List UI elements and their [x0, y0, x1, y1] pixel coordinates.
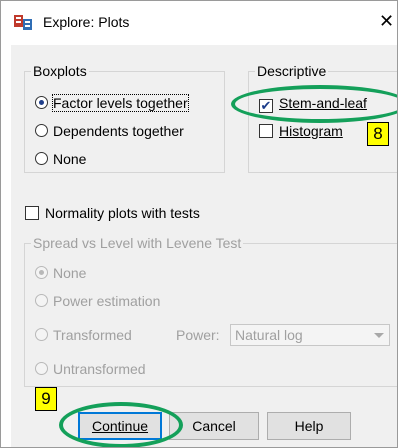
- callout-8: 8: [367, 122, 389, 146]
- help-label: Help: [294, 418, 324, 434]
- radio-selected-icon: [35, 266, 48, 279]
- radio-label: Power estimation: [53, 293, 161, 309]
- cancel-button[interactable]: Cancel: [169, 412, 259, 440]
- close-button[interactable]: ✕: [379, 7, 397, 35]
- chevron-down-icon: [374, 333, 384, 338]
- radio-icon: [35, 152, 48, 165]
- window-title: Explore: Plots: [43, 14, 130, 30]
- boxplots-legend: Boxplots: [33, 63, 87, 79]
- spss-explore-icon: [13, 13, 33, 31]
- callout-9: 9: [35, 387, 57, 411]
- checkbox-icon: [259, 124, 273, 138]
- continue-button[interactable]: Continue: [78, 412, 162, 440]
- cancel-label: Cancel: [192, 418, 236, 434]
- radio-spread-none[interactable]: None: [35, 263, 86, 283]
- descriptive-legend: Descriptive: [257, 63, 327, 79]
- spread-legend: Spread vs Level with Levene Test: [33, 235, 242, 251]
- radio-dependents-together[interactable]: Dependents together: [35, 121, 184, 141]
- checkbox-label: Stem-and-leaf: [279, 95, 367, 111]
- radio-power-estimation[interactable]: Power estimation: [35, 291, 160, 311]
- radio-label: Transformed: [53, 327, 132, 343]
- radio-icon: [35, 362, 48, 375]
- radio-label: Dependents together: [53, 123, 184, 139]
- power-select-value: Natural log: [235, 327, 303, 343]
- radio-boxplots-none[interactable]: None: [35, 149, 86, 169]
- checkbox-icon: [25, 206, 39, 220]
- checkbox-histogram[interactable]: Histogram: [259, 121, 343, 141]
- checkbox-label: Histogram: [279, 123, 343, 139]
- power-select[interactable]: Natural log: [230, 324, 390, 346]
- checkbox-label: Normality plots with tests: [45, 205, 200, 221]
- radio-icon: [35, 328, 48, 341]
- radio-selected-icon: [35, 96, 48, 109]
- radio-label: Factor levels together: [52, 94, 189, 112]
- explore-plots-dialog: Explore: Plots ✕ Boxplots Factor levels …: [0, 0, 398, 448]
- checkbox-normality-plots[interactable]: Normality plots with tests: [25, 203, 200, 223]
- radio-label: None: [53, 151, 87, 167]
- radio-icon: [35, 294, 48, 307]
- checkbox-stem-and-leaf[interactable]: ✔ Stem-and-leaf: [259, 93, 367, 113]
- checkbox-checked-icon: ✔: [259, 98, 273, 113]
- dialog-body: Boxplots Factor levels together Dependen…: [11, 45, 397, 447]
- radio-transformed[interactable]: Transformed: [35, 325, 132, 345]
- continue-label: Continue: [91, 418, 149, 434]
- radio-label: None: [53, 265, 87, 281]
- title-bar: Explore: Plots ✕: [1, 1, 397, 45]
- radio-label: Untransformed: [53, 361, 146, 377]
- descriptive-group: Descriptive: [248, 63, 397, 173]
- help-button[interactable]: Help: [267, 412, 351, 440]
- power-label: Power:: [176, 327, 220, 343]
- radio-untransformed[interactable]: Untransformed: [35, 359, 146, 379]
- radio-icon: [35, 124, 48, 137]
- radio-factor-levels-together[interactable]: Factor levels together: [35, 93, 189, 113]
